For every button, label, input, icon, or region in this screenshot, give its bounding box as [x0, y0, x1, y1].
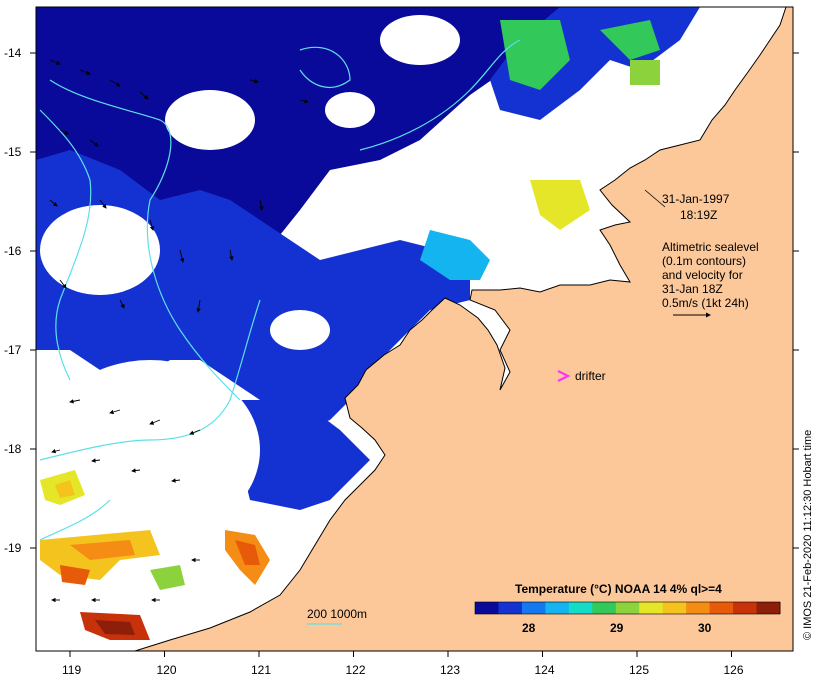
x-tick-label: 120 [157, 663, 177, 677]
x-tick-label: 121 [251, 663, 271, 677]
altimetry-line-2: (0.1m contours) [662, 254, 746, 268]
y-tick-label: -19 [4, 541, 22, 555]
map-date: 31-Jan-1997 [662, 192, 730, 206]
colorbar-segment [568, 602, 593, 614]
colorbar-segment [615, 602, 640, 614]
colorbar-segment [686, 602, 711, 614]
credit-text: © IMOS 21-Feb-2020 11:12:30 Hobart time [802, 429, 814, 640]
x-tick-label: 125 [629, 663, 649, 677]
x-axis: 119 120 121 122 123 124 125 126 [62, 651, 744, 677]
depth-scale-label: 200 1000m [307, 607, 367, 621]
x-tick-label: 119 [62, 663, 81, 677]
map-body: drifter 31-Jan-1997 18:19Z Altimetric se… [36, 7, 793, 651]
colorbar-segment [498, 602, 523, 614]
colorbar-segment [545, 602, 570, 614]
colorbar-segment [475, 602, 499, 614]
colorbar-segment [709, 602, 734, 614]
colorbar-tick-28: 28 [522, 621, 536, 635]
sst-map: drifter 31-Jan-1997 18:19Z Altimetric se… [4, 6, 799, 677]
colorbar-title: Temperature (°C) NOAA 14 4% ql>=4 [515, 582, 722, 596]
y-tick-label: -14 [4, 46, 22, 60]
colorbar-segment [592, 602, 617, 614]
colorbar-segment [662, 602, 687, 614]
y-tick-label: -15 [4, 145, 22, 159]
altimetry-line-1: Altimetric sealevel [662, 240, 759, 254]
x-tick-label: 123 [440, 663, 460, 677]
y-tick-label: -16 [4, 244, 22, 258]
colorbar-segment [639, 602, 664, 614]
drifter-label: drifter [575, 369, 606, 383]
x-tick-label: 122 [346, 663, 366, 677]
colorbar-tick-29: 29 [610, 621, 624, 635]
altimetry-line-4: 31-Jan 18Z [662, 282, 723, 296]
altimetry-line-5: 0.5m/s (1kt 24h) [662, 296, 749, 310]
colorbar-segment [521, 602, 546, 614]
altimetry-line-3: and velocity for [662, 268, 743, 282]
x-tick-label: 126 [724, 663, 744, 677]
y-tick-label: -17 [4, 343, 22, 357]
colorbar-segment [756, 602, 781, 614]
colorbar-segment [733, 602, 758, 614]
colorbar-tick-30: 30 [698, 621, 712, 635]
x-tick-label: 124 [535, 663, 555, 677]
map-time: 18:19Z [680, 208, 717, 222]
colorbar-gradient [475, 602, 781, 614]
y-tick-label: -18 [4, 442, 22, 456]
